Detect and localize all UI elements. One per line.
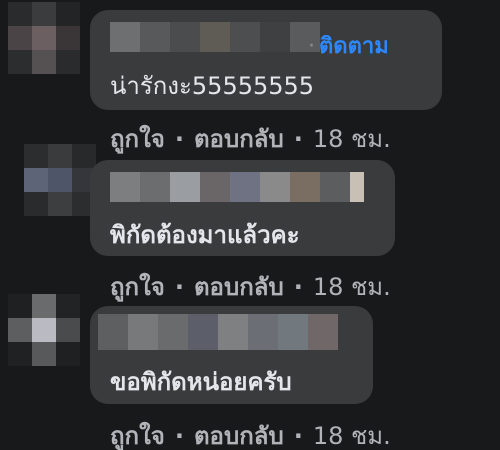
comment-text: ขอพิกัดหน่อยครับ — [110, 368, 292, 396]
follow-label: ติดตาม — [319, 34, 389, 59]
comment-actions: ถูกใจ · ตอบกลับ · 18 ชม. — [110, 416, 391, 450]
comment-bubble: · ติดตาม น่ารักงะ55555555 — [90, 10, 442, 110]
author-name-blurred[interactable] — [110, 22, 320, 52]
like-button[interactable]: ถูกใจ — [110, 416, 165, 450]
separator-dot: · — [293, 421, 303, 450]
separator-dot: · — [293, 272, 303, 301]
follow-button[interactable]: · ติดตาม — [308, 28, 389, 63]
separator-dot: · — [308, 34, 315, 59]
separator-dot: · — [174, 272, 184, 301]
comment-text: น่ารักงะ55555555 — [110, 72, 315, 100]
comment-2: พิกัดต้องมาแล้วคะ ถูกใจ · ตอบกลับ · 18 ช… — [0, 144, 500, 301]
separator-dot: · — [174, 124, 184, 153]
author-name-blurred[interactable] — [110, 172, 364, 202]
reply-button[interactable]: ตอบกลับ — [194, 416, 284, 450]
comment-1: · ติดตาม น่ารักงะ55555555 ถูกใจ · ตอบกลับ… — [0, 0, 500, 153]
separator-dot: · — [293, 124, 303, 153]
comment-bubble: ขอพิกัดหน่อยครับ — [90, 306, 373, 404]
comment-bubble: พิกัดต้องมาแล้วคะ — [90, 160, 395, 256]
timestamp[interactable]: 18 ชม. — [313, 416, 391, 450]
avatar[interactable] — [8, 294, 80, 366]
author-name-blurred[interactable] — [98, 314, 338, 350]
separator-dot: · — [174, 421, 184, 450]
avatar[interactable] — [8, 2, 80, 74]
comment-text: พิกัดต้องมาแล้วคะ — [110, 221, 300, 249]
avatar[interactable] — [24, 144, 96, 216]
comment-3: ขอพิกัดหน่อยครับ ถูกใจ · ตอบกลับ · 18 ชม… — [0, 294, 500, 450]
